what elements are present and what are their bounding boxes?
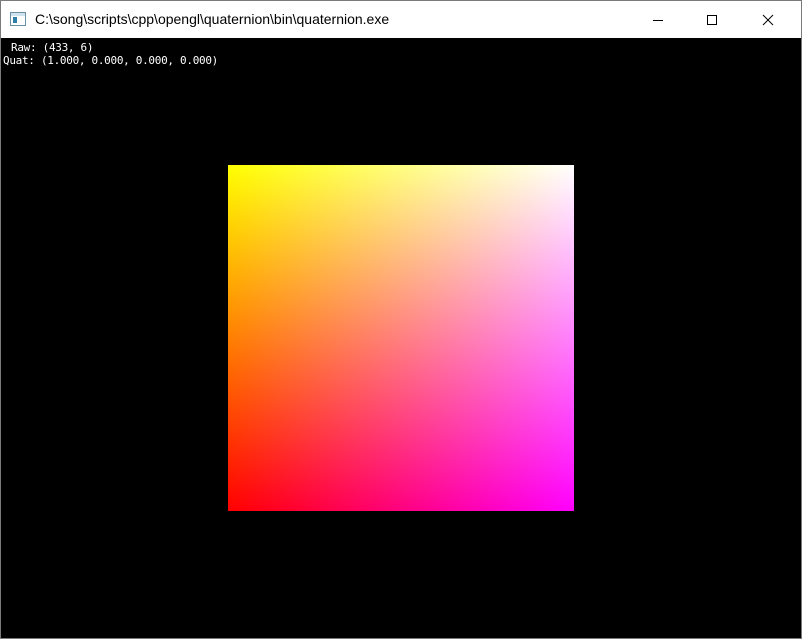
- raw-value: (433, 6): [42, 41, 94, 54]
- minimize-icon: [653, 19, 663, 21]
- quad-top-layer: [228, 165, 574, 511]
- gradient-quad: [228, 165, 574, 511]
- title-bar[interactable]: C:\song\scripts\cpp\opengl\quaternion\bi…: [1, 1, 801, 38]
- maximize-icon: [707, 14, 717, 25]
- app-window: C:\song\scripts\cpp\opengl\quaternion\bi…: [0, 0, 802, 639]
- quat-label: Quat:: [3, 54, 35, 67]
- minimize-button[interactable]: [635, 1, 681, 38]
- app-window-icon[interactable]: [10, 12, 26, 26]
- gradient-quad-canvas: [228, 165, 574, 511]
- quat-readout: Quat: (1.000, 0.000, 0.000, 0.000): [3, 55, 218, 67]
- close-icon: [762, 14, 774, 25]
- raw-readout: Raw: (433, 6): [3, 41, 94, 54]
- close-button[interactable]: [745, 1, 791, 38]
- raw-label: Raw:: [11, 41, 37, 54]
- maximize-button[interactable]: [689, 1, 735, 38]
- window-title: C:\song\scripts\cpp\opengl\quaternion\bi…: [35, 11, 390, 27]
- quat-value: (1.000, 0.000, 0.000, 0.000): [40, 54, 218, 67]
- opengl-viewport[interactable]: Raw: (433, 6) Quat: (1.000, 0.000, 0.000…: [1, 38, 801, 638]
